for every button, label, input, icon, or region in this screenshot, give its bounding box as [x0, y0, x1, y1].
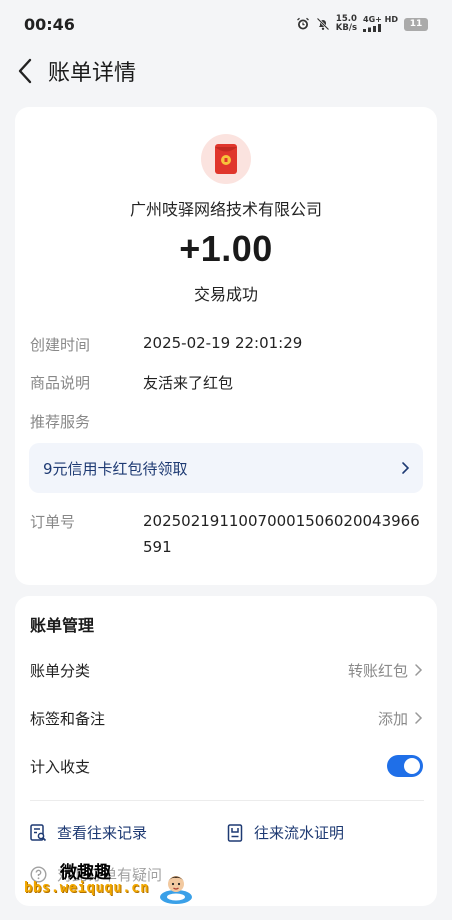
- watermark-url: bbs.weiququ.cn: [24, 880, 150, 896]
- transaction-card: 广州吱驿网络技术有限公司 +1.00 交易成功 创建时间 2025-02-19 …: [15, 107, 437, 585]
- chevron-right-icon: [402, 462, 410, 474]
- promo-text: 9元信用卡红包待领取: [43, 459, 188, 478]
- signal-indicator: 4G+ HD: [363, 15, 398, 34]
- transaction-status: 交易成功: [193, 285, 258, 304]
- chevron-right-icon: [415, 712, 423, 724]
- network-speed: 15.0 KB/s: [335, 14, 358, 33]
- back-arrow-icon: [18, 58, 32, 84]
- battery-icon: 11: [404, 17, 428, 31]
- statement-proof-link[interactable]: 往来流水证明: [227, 822, 344, 843]
- chevron-right-icon: [415, 664, 423, 676]
- status-bar: 00:46 15.0 KB/s 4G+ HD 11: [0, 0, 452, 48]
- count-in-stats-label: 计入收支: [30, 757, 91, 776]
- status-icons: 15.0 KB/s 4G+ HD 11: [296, 15, 428, 34]
- document-search-icon: [30, 823, 47, 841]
- count-in-stats-toggle[interactable]: [387, 755, 423, 777]
- divider: [30, 800, 424, 801]
- bill-category-label: 账单分类: [30, 661, 91, 680]
- tags-notes-value: 添加: [377, 709, 408, 728]
- count-in-stats-row: 计入收支: [15, 746, 437, 786]
- header: 账单详情: [0, 48, 452, 94]
- view-history-label: 查看往来记录: [57, 824, 148, 842]
- mute-icon: [316, 17, 330, 31]
- created-time-label: 创建时间: [30, 336, 91, 354]
- page-title: 账单详情: [48, 61, 137, 86]
- order-number-label: 订单号: [30, 513, 76, 531]
- signal-icon: [363, 23, 382, 32]
- order-number-value: 20250219110070001506020043966591: [143, 512, 420, 556]
- product-desc-value: 友活来了红包: [143, 374, 234, 392]
- section-title: 账单管理: [30, 616, 95, 635]
- statement-proof-label: 往来流水证明: [254, 824, 345, 842]
- merchant-name: 广州吱驿网络技术有限公司: [129, 200, 322, 219]
- credit-card-promo-banner[interactable]: 9元信用卡红包待领取: [29, 443, 423, 493]
- view-history-link[interactable]: 查看往来记录: [30, 822, 147, 843]
- tags-notes-label: 标签和备注: [30, 709, 106, 728]
- red-packet-icon: [201, 134, 251, 184]
- created-time-value: 2025-02-19 22:01:29: [143, 334, 303, 352]
- tags-notes-row[interactable]: 标签和备注 添加: [15, 698, 437, 738]
- statement-icon: [227, 823, 243, 842]
- product-desc-label: 商品说明: [30, 374, 91, 392]
- transaction-amount: +1.00: [179, 228, 273, 269]
- site-watermark: 微趣趣 bbs.weiququ.cn: [18, 858, 218, 908]
- back-button[interactable]: [0, 48, 50, 94]
- toggle-knob: [404, 758, 420, 774]
- recommended-service-label: 推荐服务: [30, 413, 91, 431]
- bill-category-value: 转账红包: [347, 661, 408, 680]
- bill-category-row[interactable]: 账单分类 转账红包: [15, 650, 437, 690]
- status-time: 00:46: [24, 14, 75, 34]
- mascot-icon: [160, 876, 192, 904]
- alarm-icon: [296, 17, 309, 30]
